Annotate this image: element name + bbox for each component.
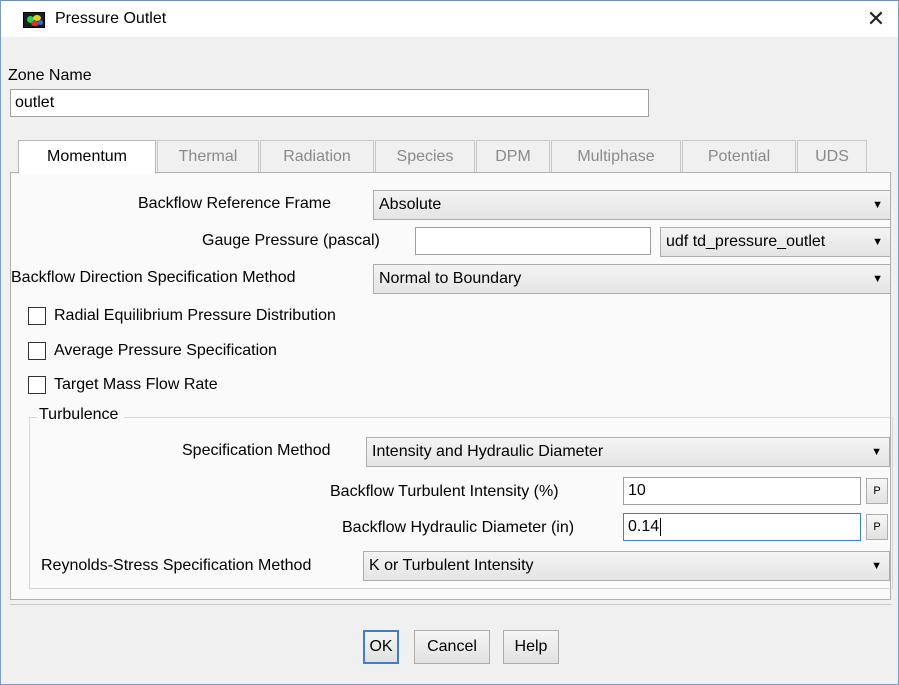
title-bar: Pressure Outlet ✕ — [1, 1, 898, 37]
tab-thermal[interactable]: Thermal — [157, 140, 259, 173]
reynolds-stress-dropdown[interactable]: K or Turbulent Intensity ▼ — [363, 551, 890, 581]
pressure-outlet-dialog: Pressure Outlet ✕ Zone Name outlet Momen… — [0, 0, 899, 685]
reynolds-stress-label: Reynolds-Stress Specification Method — [41, 557, 312, 574]
average-pressure-checkbox[interactable] — [28, 342, 46, 360]
hydraulic-diameter-value: 0.14 — [628, 518, 660, 535]
zone-name-input[interactable]: outlet — [10, 89, 649, 117]
chevron-down-icon: ▼ — [872, 199, 883, 211]
backflow-frame-value: Absolute — [379, 196, 442, 213]
gauge-pressure-profile-dropdown[interactable]: udf td_pressure_outlet ▼ — [660, 227, 891, 257]
app-icon — [23, 12, 45, 28]
reynolds-stress-value: K or Turbulent Intensity — [369, 557, 534, 574]
chevron-down-icon: ▼ — [871, 560, 882, 572]
window-title: Pressure Outlet — [55, 10, 167, 27]
hydraulic-diameter-input[interactable]: 0.14 — [623, 513, 861, 541]
hydraulic-diameter-label: Backflow Hydraulic Diameter (in) — [342, 519, 575, 536]
average-pressure-label: Average Pressure Specification — [54, 342, 277, 359]
backflow-direction-value: Normal to Boundary — [379, 270, 522, 287]
chevron-down-icon: ▼ — [872, 273, 883, 285]
divider — [10, 604, 891, 605]
text-caret — [660, 517, 662, 536]
radial-equilibrium-checkbox[interactable] — [28, 307, 46, 325]
gauge-pressure-input[interactable] — [415, 227, 651, 255]
cancel-button[interactable]: Cancel — [414, 630, 490, 664]
hydraulic-diameter-parameter-button[interactable]: P — [866, 514, 888, 540]
help-button[interactable]: Help — [503, 630, 559, 664]
tab-uds[interactable]: UDS — [797, 140, 867, 173]
chevron-down-icon: ▼ — [872, 236, 883, 248]
gauge-pressure-label: Gauge Pressure (pascal) — [202, 232, 380, 249]
chevron-down-icon: ▼ — [871, 446, 882, 458]
backflow-direction-label: Backflow Direction Specification Method — [11, 269, 296, 286]
zone-name-label: Zone Name — [8, 67, 92, 84]
backflow-direction-dropdown[interactable]: Normal to Boundary ▼ — [373, 264, 891, 294]
turbulence-group-title: Turbulence — [37, 406, 125, 424]
tab-multiphase[interactable]: Multiphase — [551, 140, 681, 173]
ok-button[interactable]: OK — [363, 630, 399, 664]
turbulent-intensity-input[interactable]: 10 — [623, 477, 861, 505]
spec-method-dropdown[interactable]: Intensity and Hydraulic Diameter ▼ — [366, 437, 890, 467]
tab-dpm[interactable]: DPM — [476, 140, 550, 173]
spec-method-label: Specification Method — [182, 442, 331, 459]
spec-method-value: Intensity and Hydraulic Diameter — [372, 443, 604, 460]
turbulent-intensity-parameter-button[interactable]: P — [866, 478, 888, 504]
radial-equilibrium-label: Radial Equilibrium Pressure Distribution — [54, 307, 336, 324]
backflow-frame-label: Backflow Reference Frame — [138, 195, 331, 212]
close-icon[interactable]: ✕ — [862, 6, 890, 32]
tab-momentum[interactable]: Momentum — [18, 140, 156, 174]
tab-species[interactable]: Species — [375, 140, 475, 173]
tab-radiation[interactable]: Radiation — [260, 140, 374, 173]
gauge-pressure-profile-value: udf td_pressure_outlet — [666, 233, 826, 250]
target-mass-flow-label: Target Mass Flow Rate — [54, 376, 218, 393]
tab-potential[interactable]: Potential — [682, 140, 796, 173]
backflow-frame-dropdown[interactable]: Absolute ▼ — [373, 190, 891, 220]
turbulent-intensity-label: Backflow Turbulent Intensity (%) — [330, 483, 559, 500]
target-mass-flow-checkbox[interactable] — [28, 376, 46, 394]
